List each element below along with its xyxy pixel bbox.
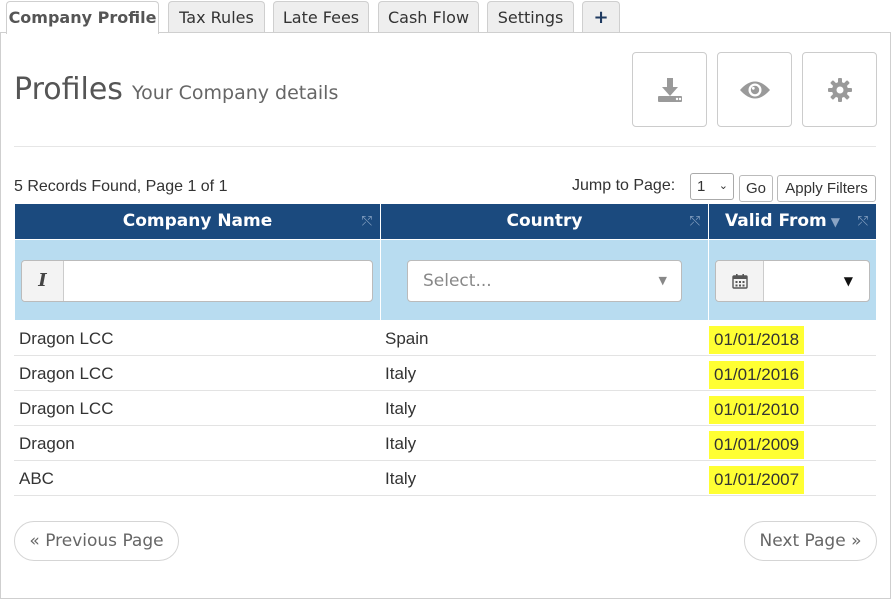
chevron-down-icon[interactable]: ▼ xyxy=(844,261,853,301)
company-cell: Dragon LCC xyxy=(19,329,114,348)
valid-from-cell: 01/01/2018 xyxy=(709,326,805,354)
go-button[interactable]: Go xyxy=(739,175,773,202)
company-filter-input[interactable]: I xyxy=(21,260,373,302)
table-row[interactable]: Dragon Italy 01/01/2009 xyxy=(14,426,876,461)
column-header-valid-from[interactable]: Valid From ▼ ⤲ xyxy=(709,204,876,239)
eye-icon xyxy=(739,81,770,98)
table-row[interactable]: ABC Italy 01/01/2007 xyxy=(14,461,876,496)
sort-desc-icon: ▼ xyxy=(830,215,840,229)
page-subtitle: Your Company details xyxy=(132,82,339,104)
tab-company-profile[interactable]: Company Profile xyxy=(6,1,159,34)
download-button[interactable] xyxy=(632,52,707,127)
apply-filters-button[interactable]: Apply Filters xyxy=(777,175,876,202)
table-row[interactable]: Dragon LCC Italy 01/01/2010 xyxy=(14,391,876,426)
country-cell: Italy xyxy=(385,399,417,418)
next-page-button[interactable]: Next Page » xyxy=(744,521,877,561)
page-heading: Profiles Your Company details xyxy=(14,72,338,107)
country-filter-select[interactable]: Select... ▼ xyxy=(407,260,682,302)
tab-tax-rules[interactable]: Tax Rules xyxy=(168,1,265,33)
country-cell: Italy xyxy=(385,469,417,488)
company-cell: Dragon LCC xyxy=(19,364,114,383)
preview-button[interactable] xyxy=(717,52,792,127)
records-count: 5 Records Found, Page 1 of 1 xyxy=(14,178,228,195)
page-title: Profiles xyxy=(14,72,123,107)
column-header-country[interactable]: Country ⤲ xyxy=(381,204,708,239)
download-icon xyxy=(657,77,682,102)
pin-icon[interactable]: ⤲ xyxy=(362,204,372,239)
country-cell: Italy xyxy=(385,364,417,383)
valid-from-cell: 01/01/2016 xyxy=(709,361,805,389)
country-cell: Italy xyxy=(385,434,417,453)
column-label: Company Name xyxy=(122,211,273,231)
filter-cell-company: I xyxy=(15,240,380,320)
tab-cash-flow[interactable]: Cash Flow xyxy=(378,1,479,33)
column-label: Valid From xyxy=(725,211,827,231)
country-select-placeholder: Select... xyxy=(423,271,492,291)
filter-cell-country: Select... ▼ xyxy=(381,240,708,320)
jump-label: Jump to Page: xyxy=(572,177,676,194)
company-cell: Dragon xyxy=(19,434,75,453)
valid-from-cell: 01/01/2007 xyxy=(709,466,805,494)
calendar-button[interactable] xyxy=(716,261,764,301)
valid-from-cell: 01/01/2009 xyxy=(709,431,805,459)
company-cell: ABC xyxy=(19,469,54,488)
tab-late-fees[interactable]: Late Fees xyxy=(273,1,369,33)
filter-cell-valid-from: ▼ xyxy=(709,240,876,320)
chevron-down-icon: ▼ xyxy=(658,274,667,287)
calendar-icon xyxy=(731,274,748,289)
column-header-company-name[interactable]: Company Name ⤲ xyxy=(15,204,380,239)
settings-button[interactable] xyxy=(802,52,877,127)
page-select-value: 1 xyxy=(697,178,706,195)
previous-page-button[interactable]: « Previous Page xyxy=(14,521,179,561)
add-tab-button[interactable]: + xyxy=(582,1,620,33)
country-cell: Spain xyxy=(385,329,429,348)
company-cell: Dragon LCC xyxy=(19,399,114,418)
date-filter-input[interactable]: ▼ xyxy=(715,260,870,302)
pin-icon[interactable]: ⤲ xyxy=(690,204,700,239)
text-filter-icon: I xyxy=(22,261,64,301)
page-select[interactable]: 1 ⌄ xyxy=(690,173,734,200)
tab-bar: Company Profile Tax Rules Late Fees Cash… xyxy=(0,0,891,34)
table-row[interactable]: Dragon LCC Spain 01/01/2018 xyxy=(14,321,876,356)
gear-icon xyxy=(827,77,852,102)
table-row[interactable]: Dragon LCC Italy 01/01/2016 xyxy=(14,356,876,391)
valid-from-cell: 01/01/2010 xyxy=(709,396,805,424)
divider xyxy=(14,146,876,147)
tab-settings[interactable]: Settings xyxy=(487,1,574,33)
column-label: Country xyxy=(506,211,583,231)
chevron-down-icon: ⌄ xyxy=(718,180,728,192)
pin-icon[interactable]: ⤲ xyxy=(858,204,868,239)
